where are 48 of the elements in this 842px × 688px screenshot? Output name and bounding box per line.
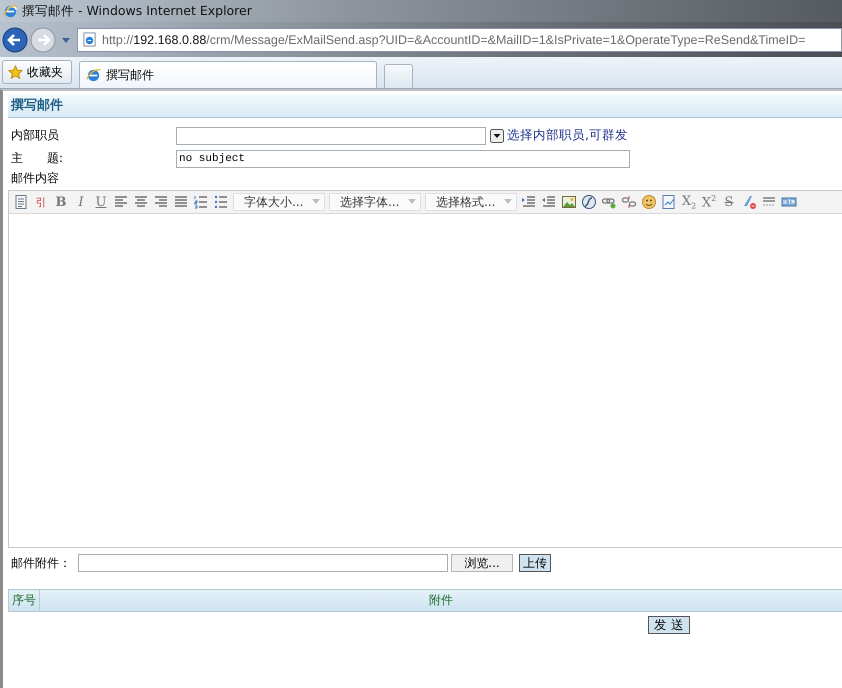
address-field[interactable]: http://192.168.0.88/crm/Message/ExMailSend.asp?UID=&AccountID=&MailID=1&IsPrivate=1&OperateType=ReSend&TimeID= bbox=[77, 28, 842, 52]
image-icon[interactable] bbox=[561, 194, 577, 210]
emoticon-icon[interactable] bbox=[641, 194, 657, 210]
format-button[interactable]: B bbox=[53, 194, 69, 210]
favorites-button[interactable]: 收藏夹 bbox=[2, 60, 72, 84]
toolbar-select[interactable]: 选择字体... bbox=[329, 193, 421, 211]
caret-icon bbox=[504, 199, 512, 205]
bullet-list-icon[interactable] bbox=[213, 194, 229, 210]
recipient-field[interactable] bbox=[176, 126, 486, 144]
flash-icon[interactable] bbox=[581, 194, 597, 210]
column-header: 附件 bbox=[428, 592, 454, 609]
dropdown-button[interactable] bbox=[490, 128, 504, 142]
toolbar-select[interactable]: 字体大小... bbox=[233, 193, 325, 211]
select-staff-link[interactable]: 选择内部职员,可群发 bbox=[507, 127, 628, 144]
send-button[interactable]: 发 送 bbox=[648, 616, 690, 634]
browse-button[interactable]: 浏览... bbox=[451, 554, 513, 572]
subject-field[interactable]: no subject bbox=[176, 150, 630, 168]
star-icon bbox=[8, 64, 23, 80]
file-field[interactable] bbox=[78, 554, 448, 572]
field-label: 邮件附件： bbox=[10, 554, 72, 572]
field-label: 内部职员 bbox=[10, 127, 60, 144]
browser-logo-icon bbox=[3, 4, 18, 18]
numbered-list-icon[interactable] bbox=[193, 194, 209, 210]
page-icon bbox=[86, 68, 101, 82]
format-button[interactable]: 引 bbox=[33, 194, 49, 210]
document-icon[interactable] bbox=[661, 194, 677, 210]
toolbar-select[interactable]: 选择格式... bbox=[425, 193, 517, 211]
clear-format-icon[interactable] bbox=[741, 194, 757, 210]
browser-tab[interactable]: 撰写邮件 bbox=[79, 61, 377, 88]
format-button[interactable]: U bbox=[93, 194, 109, 210]
upload-button[interactable]: 上传 bbox=[519, 554, 551, 572]
column-header: 序号 bbox=[9, 590, 40, 611]
caret-icon bbox=[408, 199, 416, 205]
page-heading: 撰写邮件 bbox=[8, 95, 842, 118]
page-icon bbox=[82, 32, 97, 47]
history-dropdown-icon[interactable] bbox=[61, 36, 71, 44]
format-button[interactable]: X$_{2}$ bbox=[681, 194, 697, 210]
tab-title: 撰写邮件 bbox=[106, 66, 154, 84]
field-label: 主 题: bbox=[10, 150, 64, 167]
caret-icon bbox=[312, 199, 320, 205]
format-button[interactable]: S bbox=[721, 194, 737, 210]
unlink-icon[interactable] bbox=[621, 194, 637, 210]
window-title: 撰写邮件 - Windows Internet Explorer bbox=[22, 2, 252, 20]
source-icon[interactable] bbox=[13, 194, 29, 210]
format-button[interactable]: X$^{2}$ bbox=[701, 194, 717, 210]
field-label: 邮件内容 bbox=[10, 170, 60, 186]
format-button[interactable]: I bbox=[73, 194, 89, 210]
back-button[interactable] bbox=[2, 26, 28, 52]
